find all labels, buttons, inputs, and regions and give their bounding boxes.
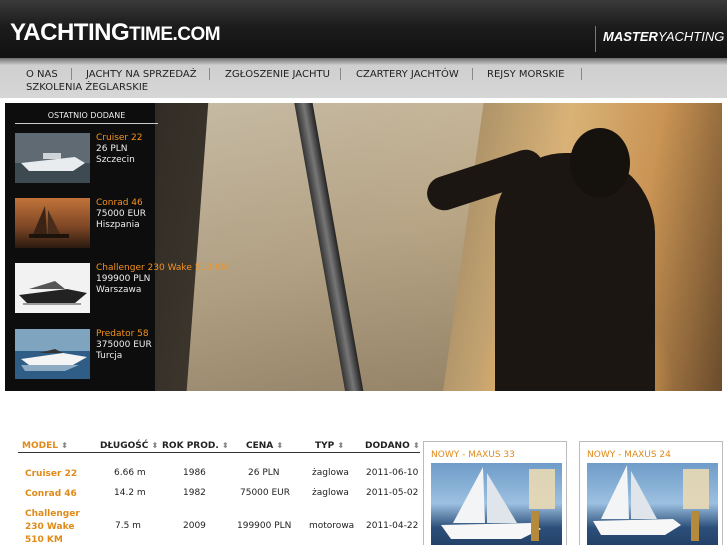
partner-logo-bold: MASTER: [603, 29, 658, 44]
boat-thumbnail[interactable]: [15, 198, 90, 248]
recent-listing[interactable]: Cruiser 22 26 PLN Szczecin: [15, 133, 160, 185]
boat-price: 75000 EUR: [96, 209, 147, 219]
promo-boat-image[interactable]: [587, 463, 718, 545]
row-year: 2009: [183, 521, 206, 531]
sort-icon[interactable]: ⬍: [152, 441, 159, 450]
boat-thumbnail[interactable]: [15, 329, 90, 379]
row-type: żaglowa: [312, 488, 349, 498]
boat-location: Hiszpania: [96, 220, 140, 230]
boat-price: 26 PLN: [96, 144, 128, 154]
nav-item-o-nas[interactable]: O NAS: [26, 69, 58, 80]
promo-title[interactable]: NOWY - MAXUS 24: [587, 450, 671, 460]
boat-name[interactable]: Cruiser 22: [96, 133, 142, 144]
hero-banner: OSTATNIO DODANE Cruiser 22 26 PLN Szczecin…: [5, 103, 722, 391]
row-model-link[interactable]: Challenger 230 Wake 510 KM: [25, 508, 87, 545]
boat-price: 375000 EUR: [96, 340, 152, 350]
row-year: 1982: [183, 488, 206, 498]
row-price: 75000 EUR: [240, 488, 291, 498]
site-logo[interactable]: YACHTINGTIME.COM: [10, 19, 221, 47]
sort-icon[interactable]: ⬍: [222, 441, 229, 450]
row-type: motorowa: [309, 521, 355, 531]
site-header: YACHTINGTIME.COM MASTERYACHTING: [0, 0, 727, 58]
hero-sailor-silhouette: [422, 123, 695, 391]
sort-icon[interactable]: ⬍: [337, 441, 344, 450]
recent-listings-title: OSTATNIO DODANE: [15, 111, 158, 124]
boat-name[interactable]: Challenger 230 Wake 510 KM: [96, 263, 228, 274]
sort-icon[interactable]: ⬍: [61, 441, 68, 450]
promo-title[interactable]: NOWY - MAXUS 33: [431, 450, 515, 460]
row-added: 2011-06-10: [366, 468, 419, 478]
recent-listing[interactable]: Conrad 46 75000 EUR Hiszpania: [15, 198, 160, 250]
nav-item-zgloszenie-jachtu[interactable]: ZGŁOSZENIE JACHTU: [225, 69, 330, 80]
row-type: żaglowa: [312, 468, 349, 478]
nav-item-jachty-na-sprzedaz[interactable]: JACHTY NA SPRZEDAŻ: [86, 69, 197, 80]
boat-price: 199900 PLN: [96, 274, 151, 284]
boat-thumbnail[interactable]: [15, 133, 90, 183]
nav-item-czartery-jachtow[interactable]: CZARTERY JACHTÓW: [356, 69, 459, 80]
column-header-price[interactable]: CENA ⬍: [246, 441, 283, 456]
partner-logo[interactable]: MASTERYACHTING: [595, 26, 724, 52]
row-added: 2011-05-02: [366, 488, 419, 498]
row-price: 26 PLN: [248, 468, 280, 478]
row-added: 2011-04-22: [366, 521, 419, 531]
nav-separator: [472, 68, 473, 80]
recent-listing[interactable]: Challenger 230 Wake 510 KM 199900 PLN Wars…: [15, 263, 228, 315]
recent-listing[interactable]: Predator 58 375000 EUR Turcja: [15, 329, 160, 381]
nav-separator: [340, 68, 341, 80]
table-header-divider: [18, 452, 420, 453]
boat-thumbnail[interactable]: [15, 263, 90, 313]
nav-item-rejsy-morskie[interactable]: REJSY MORSKIE: [487, 69, 564, 80]
boat-location: Warszawa: [96, 285, 142, 295]
row-model-link[interactable]: Cruiser 22: [25, 468, 87, 481]
logo-suffix: TIME.COM: [129, 24, 221, 45]
boat-location: Turcja: [96, 351, 123, 361]
promo-box[interactable]: NOWY - MAXUS 24: [579, 441, 723, 545]
column-header-added[interactable]: DODANO ⬍: [365, 441, 420, 456]
boat-name[interactable]: Predator 58: [96, 329, 152, 340]
nav-separator: [71, 68, 72, 80]
nav-item-szkolenia-zeglarskie[interactable]: SZKOLENIA ŻEGLARSKIE: [26, 82, 148, 93]
partner-logo-light: YACHTING: [657, 29, 725, 44]
row-year: 1986: [183, 468, 206, 478]
row-model-link[interactable]: Conrad 46: [25, 488, 87, 501]
row-length: 7.5 m: [115, 521, 141, 531]
column-header-model[interactable]: MODEL ⬍: [22, 441, 68, 456]
sort-icon[interactable]: ⬍: [276, 441, 283, 450]
boat-location: Szczecin: [96, 155, 135, 165]
sort-icon[interactable]: ⬍: [413, 441, 420, 450]
column-header-year[interactable]: ROK PROD. ⬍: [162, 441, 229, 456]
row-length: 6.66 m: [114, 468, 146, 478]
main-nav: O NAS JACHTY NA SPRZEDAŻ ZGŁOSZENIE JACH…: [0, 58, 727, 98]
nav-separator: [581, 68, 582, 80]
promo-box[interactable]: NOWY - MAXUS 33: [423, 441, 567, 545]
boat-name[interactable]: Conrad 46: [96, 198, 146, 209]
row-price: 199900 PLN: [237, 521, 292, 531]
nav-separator: [209, 68, 210, 80]
column-header-length[interactable]: DŁUGOŚĆ ⬍: [100, 441, 158, 456]
promo-boat-image[interactable]: [431, 463, 562, 545]
recent-listings-panel: OSTATNIO DODANE Cruiser 22 26 PLN Szczecin…: [5, 103, 228, 391]
logo-main: YACHTING: [10, 19, 130, 46]
row-length: 14.2 m: [114, 488, 146, 498]
column-header-type[interactable]: TYP ⬍: [315, 441, 344, 456]
